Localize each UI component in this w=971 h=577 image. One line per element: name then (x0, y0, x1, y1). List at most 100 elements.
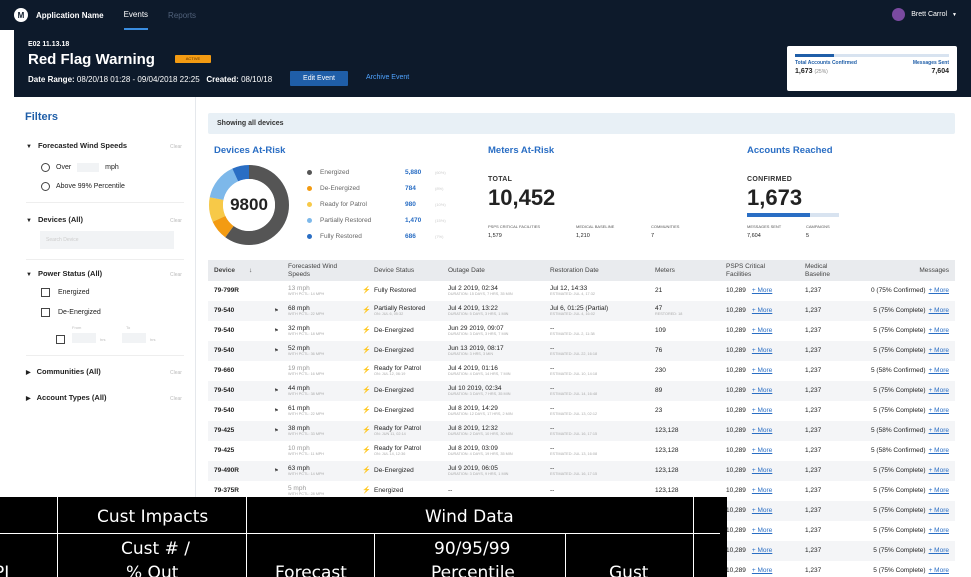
messages-more-link[interactable]: + More (929, 547, 949, 554)
col-messages[interactable]: Messages (919, 260, 949, 281)
col-restoration[interactable]: Restoration Date (550, 260, 599, 281)
table-row[interactable]: 79-540 ⚑ 61 mph WITH PCTL: 22 MPH ⚡ De-Energi… (208, 401, 955, 421)
filter-group-devices[interactable]: ▼ Devices (All) (26, 215, 83, 224)
psps-more-link[interactable]: + More (752, 527, 772, 534)
table-row[interactable]: 79-540 ⚑ 68 mph WITH PCTL: 22 MPH ⚡ Partially… (208, 301, 955, 321)
messages-more-link[interactable]: + More (929, 307, 949, 314)
device-search-input[interactable]: Search Device (40, 231, 174, 249)
sort-arrow-icon[interactable]: ↓ (249, 267, 252, 274)
psps-more-link[interactable]: + More (752, 307, 772, 314)
table-row[interactable]: 79-540 ⚑ 32 mph WITH PCTL: 18 MPH ⚡ De-Energi… (208, 321, 955, 341)
col-device[interactable]: Device ↓ (214, 260, 252, 281)
col-medical[interactable]: Medical Baseline (805, 260, 845, 281)
checkbox-de-energized[interactable]: De-Energized (41, 308, 101, 317)
table-row[interactable]: 79-540 ⚑ 44 mph WITH PCTL: 38 MPH ⚡ De-Energi… (208, 381, 955, 401)
radio-wind-above[interactable]: Above 99% Percentile (41, 182, 125, 191)
filter-group-communities[interactable]: ▶ Communities (All) (26, 367, 101, 376)
tab-reports[interactable]: Reports (168, 0, 196, 30)
table-row[interactable]: 79-540 ⚑ 52 mph WITH PCTL: 36 MPH ⚡ De-Energi… (208, 341, 955, 361)
legend-pct: (15%) (435, 218, 446, 223)
restore-date: -- (550, 345, 555, 353)
messages-more-link[interactable]: + More (929, 427, 949, 434)
checkbox-duration[interactable] (56, 335, 65, 344)
psps-more-link[interactable]: + More (752, 467, 772, 474)
wind-over-input[interactable] (77, 163, 100, 172)
range-to-input[interactable] (122, 333, 146, 343)
device-id[interactable]: 79-540 (214, 401, 234, 421)
range-from-input[interactable] (72, 333, 96, 343)
psps-more-link[interactable]: + More (752, 447, 772, 454)
psps-more-link[interactable]: + More (752, 387, 772, 394)
filter-group-account-types[interactable]: ▶ Account Types (All) (26, 393, 107, 402)
messages-more-link[interactable]: + More (929, 507, 949, 514)
device-id[interactable]: 79-425 (214, 421, 234, 441)
psps-more-link[interactable]: + More (752, 367, 772, 374)
device-id[interactable]: 79-799R (214, 281, 239, 301)
col-status[interactable]: Device Status (374, 260, 414, 281)
psps-more-link[interactable]: + More (752, 487, 772, 494)
checkbox-energized[interactable]: Energized (41, 288, 90, 297)
device-id[interactable]: 79-540 (214, 381, 234, 401)
clear-wind-link[interactable]: Clear (170, 144, 182, 150)
device-id[interactable]: 79-540 (214, 301, 234, 321)
restore-date: -- (550, 405, 555, 413)
messages-cell: 5 (75% Complete) + More (873, 541, 949, 561)
archive-event-button[interactable]: Archive Event (366, 74, 409, 81)
clear-devices-link[interactable]: Clear (170, 218, 182, 224)
psps-more-link[interactable]: + More (752, 427, 772, 434)
clear-power-link[interactable]: Clear (170, 272, 182, 278)
messages-more-link[interactable]: + More (929, 287, 949, 294)
tab-events[interactable]: Events (123, 0, 149, 30)
table-row[interactable]: 79-660 19 mph WITH PCTL: 16 MPH ⚡ Ready for … (208, 361, 955, 381)
device-id[interactable]: 79-540 (214, 341, 234, 361)
psps-more-link[interactable]: + More (752, 327, 772, 334)
col-meters[interactable]: Meters (655, 260, 675, 281)
outage-date: Jul 8 2019, 03:09 (448, 445, 498, 453)
table-row[interactable]: 79-490R ⚑ 63 mph WITH PCTL: 14 MPH ⚡ De-Energ… (208, 461, 955, 481)
meters-cell: 123,128 (655, 421, 679, 441)
devices-total: 9800 (230, 195, 268, 214)
app-logo-icon[interactable]: M (14, 8, 28, 22)
clear-account-link[interactable]: Clear (170, 396, 182, 402)
clear-communities-link[interactable]: Clear (170, 370, 182, 376)
psps-more-link[interactable]: + More (752, 347, 772, 354)
col-outage[interactable]: Outage Date (448, 260, 485, 281)
messages-more-link[interactable]: + More (929, 527, 949, 534)
psps-more-link[interactable]: + More (752, 507, 772, 514)
filter-group-power[interactable]: ▼ Power Status (All) (26, 269, 102, 278)
user-menu[interactable]: Brett Carrol ▼ (892, 8, 957, 21)
table-row[interactable]: 79-425 10 mph WITH PCTL: 11 MPH ⚡ Ready for … (208, 441, 955, 461)
psps-more-link[interactable]: + More (752, 407, 772, 414)
col-psps[interactable]: PSPS Critical Facilities (726, 260, 786, 281)
psps-more-link[interactable]: + More (752, 287, 772, 294)
col-wind[interactable]: Forecasted Wind Speeds (288, 260, 350, 281)
device-id[interactable]: 79-660 (214, 361, 234, 381)
messages-more-link[interactable]: + More (929, 327, 949, 334)
edit-event-button[interactable]: Edit Event (290, 71, 348, 86)
psps-more-link[interactable]: + More (752, 547, 772, 554)
device-id[interactable]: 79-540 (214, 321, 234, 341)
psps-more-link[interactable]: + More (752, 567, 772, 574)
messages-cell: 5 (75% Complete) + More (873, 401, 949, 421)
table-row[interactable]: 79-799R 13 mph WITH PCTL: 14 MPH ⚡ Fully Res… (208, 281, 955, 301)
bolt-icon: ⚡ (362, 307, 371, 314)
messages-more-link[interactable]: + More (929, 407, 949, 414)
device-id[interactable]: 79-490R (214, 461, 239, 481)
messages-more-link[interactable]: + More (929, 367, 949, 374)
messages-more-link[interactable]: + More (929, 487, 949, 494)
filter-group-wind[interactable]: ▼ Forecasted Wind Speeds (26, 141, 127, 150)
wind-unit-label: mph (105, 164, 119, 171)
messages-more-link[interactable]: + More (929, 567, 949, 574)
messages-more-link[interactable]: + More (929, 447, 949, 454)
table-header: Device ↓ Forecasted Wind Speeds Device St… (208, 260, 955, 281)
outage-cell: Jul 4 2019, 01:16 DURATION: 4 DAYS, 14 HR… (448, 361, 511, 381)
messages-more-link[interactable]: + More (929, 387, 949, 394)
messages-more-link[interactable]: + More (929, 467, 949, 474)
bolt-icon: ⚡ (362, 327, 371, 334)
table-row[interactable]: 79-425 ⚑ 38 mph WITH PCTL: 33 MPH ⚡ Ready for… (208, 421, 955, 441)
messages-more-link[interactable]: + More (929, 347, 949, 354)
device-id[interactable]: 79-425 (214, 441, 234, 461)
radio-wind-over[interactable]: Over mph (41, 163, 119, 172)
flag-icon: ⚑ (274, 388, 279, 394)
meters-value: 21 (655, 287, 663, 295)
